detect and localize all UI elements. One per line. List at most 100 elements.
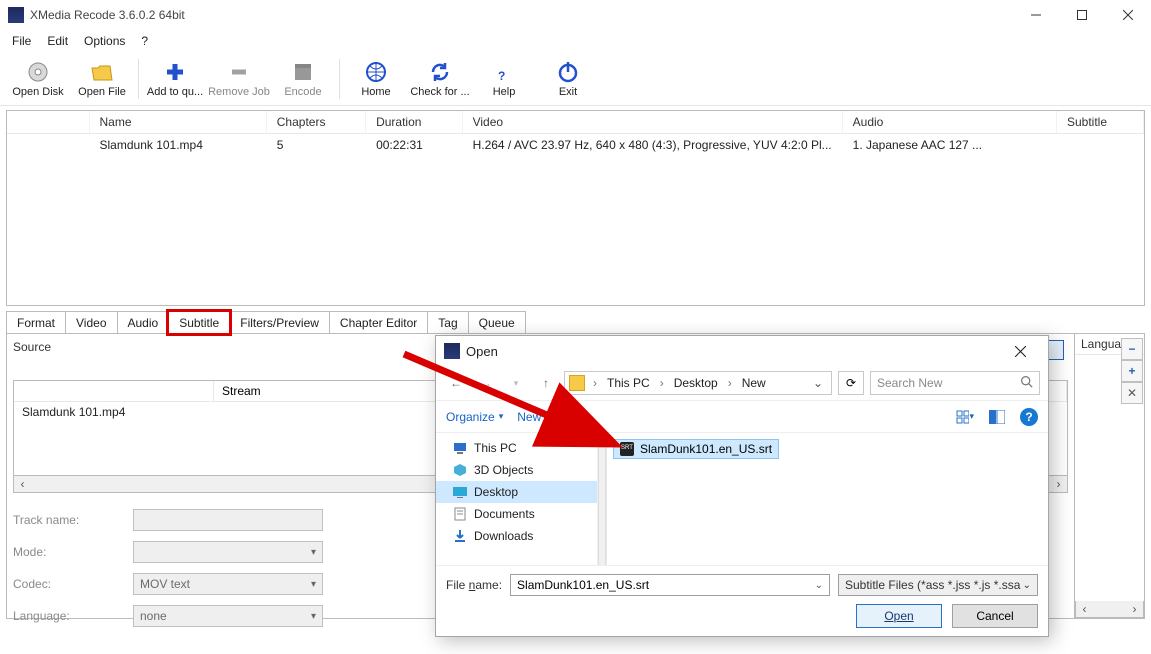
hscrollbar-right[interactable]: ‹›	[1075, 601, 1144, 618]
tab-filters[interactable]: Filters/Preview	[229, 311, 330, 334]
menubar: File Edit Options ?	[0, 30, 1151, 52]
tree-item[interactable]: Documents	[436, 503, 597, 525]
search-icon	[1020, 375, 1033, 391]
language-label: Language:	[13, 609, 133, 623]
disk-icon	[26, 60, 50, 84]
tab-format[interactable]: Format	[6, 311, 66, 334]
search-input[interactable]: Search New	[870, 371, 1040, 395]
minus-icon	[227, 60, 251, 84]
chevron-down-icon: ▾	[499, 411, 504, 422]
chevron-down-icon: ▾	[311, 579, 316, 590]
tabs: Format Video Audio Subtitle Filters/Prev…	[6, 310, 1145, 333]
remove-track-button[interactable]: −	[1121, 338, 1143, 360]
mode-label: Mode:	[13, 545, 133, 559]
track-name-input	[133, 509, 323, 531]
chevron-down-icon[interactable]: ⌄	[815, 580, 823, 591]
col-chapters[interactable]: Chapters	[266, 111, 365, 134]
window-titlebar: XMedia Recode 3.6.0.2 64bit	[0, 0, 1151, 30]
tree-item[interactable]: 3D Objects	[436, 459, 597, 481]
tab-subtitle[interactable]: Subtitle	[168, 311, 230, 334]
filename-label: File name:	[446, 578, 502, 592]
desktop-icon	[452, 484, 468, 500]
view-mode-button[interactable]: ▾	[956, 408, 974, 426]
chevron-down-icon: ▾	[311, 611, 316, 622]
srt-file-icon	[620, 442, 634, 456]
nav-back-button[interactable]: ←	[444, 371, 468, 395]
organize-menu[interactable]: Organize ▾	[446, 410, 503, 424]
filename-input[interactable]: SlamDunk101.en_US.srt⌄	[510, 574, 830, 596]
tree-item-desktop[interactable]: Desktop	[436, 481, 597, 503]
menu-options[interactable]: Options	[78, 32, 131, 50]
add-track-button[interactable]: +	[1121, 360, 1143, 382]
check-update-button[interactable]: Check for ...	[408, 54, 472, 104]
maximize-button[interactable]	[1059, 0, 1105, 30]
col-name[interactable]: Name	[89, 111, 266, 134]
folder-tree[interactable]: This PC 3D Objects Desktop Documents Dow…	[436, 433, 598, 565]
remove-job-button[interactable]: Remove Job	[207, 54, 271, 104]
scroll-right-icon[interactable]: ›	[1050, 477, 1067, 491]
file-list[interactable]: SlamDunk101.en_US.srt	[606, 433, 1048, 565]
open-file-button[interactable]: Open File	[70, 54, 134, 104]
tab-video[interactable]: Video	[65, 311, 117, 334]
dialog-title: Open	[466, 344, 1000, 359]
tree-item[interactable]: Downloads	[436, 525, 597, 547]
document-icon	[452, 506, 468, 522]
encode-button[interactable]: Encode	[271, 54, 335, 104]
tree-scrollbar[interactable]	[598, 433, 606, 565]
cube-icon	[452, 462, 468, 478]
breadcrumb-seg[interactable]: Desktop	[670, 376, 722, 390]
chevron-down-icon[interactable]: ⌄	[809, 376, 827, 390]
chevron-down-icon[interactable]: ▾	[504, 371, 528, 395]
app-icon	[444, 343, 460, 359]
file-item[interactable]: SlamDunk101.en_US.srt	[613, 439, 779, 459]
table-row[interactable]: Slamdunk 101.mp4 5 00:22:31 H.264 / AVC …	[7, 134, 1144, 157]
minimize-button[interactable]	[1013, 0, 1059, 30]
app-icon	[8, 7, 24, 23]
plus-icon	[163, 60, 187, 84]
source-label: Source	[13, 340, 51, 354]
pc-icon	[452, 440, 468, 456]
tab-queue[interactable]: Queue	[468, 311, 526, 334]
add-queue-button[interactable]: Add to qu...	[143, 54, 207, 104]
tab-audio[interactable]: Audio	[117, 311, 170, 334]
mode-select: ▾	[133, 541, 323, 563]
col-audio[interactable]: Audio	[842, 111, 1056, 134]
preview-pane-button[interactable]	[988, 408, 1006, 426]
menu-file[interactable]: File	[6, 32, 37, 50]
file-table[interactable]: Name Chapters Duration Video Audio Subti…	[6, 110, 1145, 306]
folder-icon	[569, 375, 585, 391]
tab-chapter[interactable]: Chapter Editor	[329, 311, 428, 334]
col-video[interactable]: Video	[462, 111, 842, 134]
tree-item[interactable]: This PC	[436, 437, 597, 459]
clapper-icon	[291, 60, 315, 84]
help-button[interactable]: ?Help	[472, 54, 536, 104]
dialog-close-button[interactable]	[1000, 337, 1040, 365]
menu-edit[interactable]: Edit	[41, 32, 74, 50]
tab-tag[interactable]: Tag	[427, 311, 468, 334]
refresh-button[interactable]: ⟳	[838, 371, 864, 395]
clear-track-button[interactable]: ✕	[1121, 382, 1143, 404]
power-icon	[556, 60, 580, 84]
exit-button[interactable]: Exit	[536, 54, 600, 104]
breadcrumb-seg[interactable]: This PC	[603, 376, 654, 390]
folder-open-icon	[90, 60, 114, 84]
col-subtitle[interactable]: Subtitle	[1056, 111, 1143, 134]
window-title: XMedia Recode 3.6.0.2 64bit	[30, 8, 1013, 22]
close-button[interactable]	[1105, 0, 1151, 30]
breadcrumb[interactable]: ›This PC ›Desktop ›New ⌄	[564, 371, 832, 395]
filetype-select[interactable]: Subtitle Files (*ass *.jss *.js *.ssa⌄	[838, 574, 1038, 596]
home-button[interactable]: Home	[344, 54, 408, 104]
cancel-button[interactable]: Cancel	[952, 604, 1038, 628]
new-folder-button[interactable]: New folder	[517, 410, 574, 424]
globe-icon	[364, 60, 388, 84]
col-duration[interactable]: Duration	[366, 111, 462, 134]
nav-up-button[interactable]: ↑	[534, 371, 558, 395]
menu-help[interactable]: ?	[135, 32, 154, 50]
nav-forward-button[interactable]: →	[474, 371, 498, 395]
scroll-left-icon[interactable]: ‹	[14, 477, 31, 491]
open-disk-button[interactable]: Open Disk	[6, 54, 70, 104]
breadcrumb-seg[interactable]: New	[738, 376, 770, 390]
open-button[interactable]: Open	[856, 604, 942, 628]
track-name-label: Track name:	[13, 513, 133, 527]
help-icon[interactable]: ?	[1020, 408, 1038, 426]
